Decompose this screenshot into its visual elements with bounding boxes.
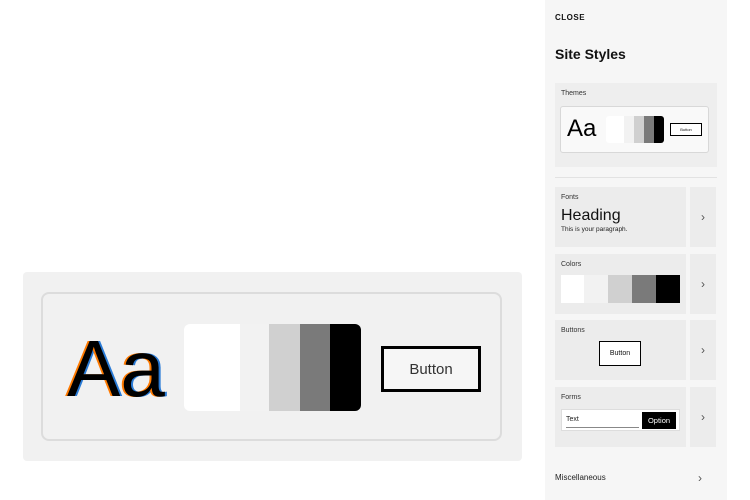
color-swatch-strip <box>184 324 361 411</box>
color-swatch <box>634 116 644 143</box>
theme-button-sample: Button <box>670 123 702 136</box>
forms-chevron-icon[interactable]: › <box>690 387 716 447</box>
color-swatch <box>608 275 632 303</box>
theme-preview-card[interactable]: Aa Button <box>41 292 502 441</box>
color-swatch <box>300 324 330 411</box>
theme-typography-sample: Aa <box>567 115 597 142</box>
color-swatch <box>240 324 269 411</box>
buttons-label: Buttons <box>561 327 585 334</box>
form-text-sample: Text <box>566 416 579 423</box>
paragraph-sample: This is your paragraph. <box>561 226 628 233</box>
heading-sample: Heading <box>561 207 621 224</box>
colors-label: Colors <box>561 261 582 268</box>
button-style-sample: Button <box>599 341 641 366</box>
themes-label: Themes <box>561 90 587 97</box>
color-swatch <box>632 275 656 303</box>
color-swatch <box>330 324 361 411</box>
color-swatch <box>269 324 300 411</box>
color-swatch <box>561 275 584 303</box>
color-swatch <box>184 324 240 411</box>
forms-section[interactable]: Forms Text Option <box>555 387 686 447</box>
divider <box>555 177 717 178</box>
color-swatch <box>656 275 680 303</box>
buttons-chevron-icon[interactable]: › <box>690 320 716 380</box>
color-swatch <box>584 275 608 303</box>
button-sample: Button <box>381 346 481 392</box>
typography-sample: Aa <box>67 324 165 413</box>
panel-title: Site Styles <box>555 46 626 62</box>
theme-color-strip <box>606 116 664 143</box>
color-swatch <box>606 116 624 143</box>
color-swatch <box>644 116 654 143</box>
themes-section[interactable]: Themes Aa Button <box>555 83 717 167</box>
miscellaneous-chevron-icon[interactable]: › <box>698 471 702 485</box>
site-styles-panel: CLOSE Site Styles Themes Aa Button Fonts… <box>545 0 727 500</box>
fonts-chevron-icon[interactable]: › <box>690 187 716 247</box>
miscellaneous-row[interactable]: Miscellaneous › <box>555 470 717 488</box>
theme-thumbnail[interactable]: Aa Button <box>560 106 709 153</box>
form-option-button: Option <box>642 412 676 429</box>
close-button[interactable]: CLOSE <box>555 13 585 22</box>
color-swatch <box>654 116 664 143</box>
form-field-sample: Text Option <box>561 409 680 431</box>
colors-swatch-strip <box>561 275 680 303</box>
colors-chevron-icon[interactable]: › <box>690 254 716 314</box>
form-field-underline <box>566 427 639 428</box>
miscellaneous-label: Miscellaneous <box>555 473 606 482</box>
theme-preview-large: Aa Button <box>23 272 522 461</box>
color-swatch <box>624 116 634 143</box>
buttons-section[interactable]: Buttons Button <box>555 320 686 380</box>
fonts-section[interactable]: Fonts Heading This is your paragraph. <box>555 187 686 247</box>
colors-section[interactable]: Colors <box>555 254 686 314</box>
fonts-label: Fonts <box>561 194 579 201</box>
forms-label: Forms <box>561 394 581 401</box>
